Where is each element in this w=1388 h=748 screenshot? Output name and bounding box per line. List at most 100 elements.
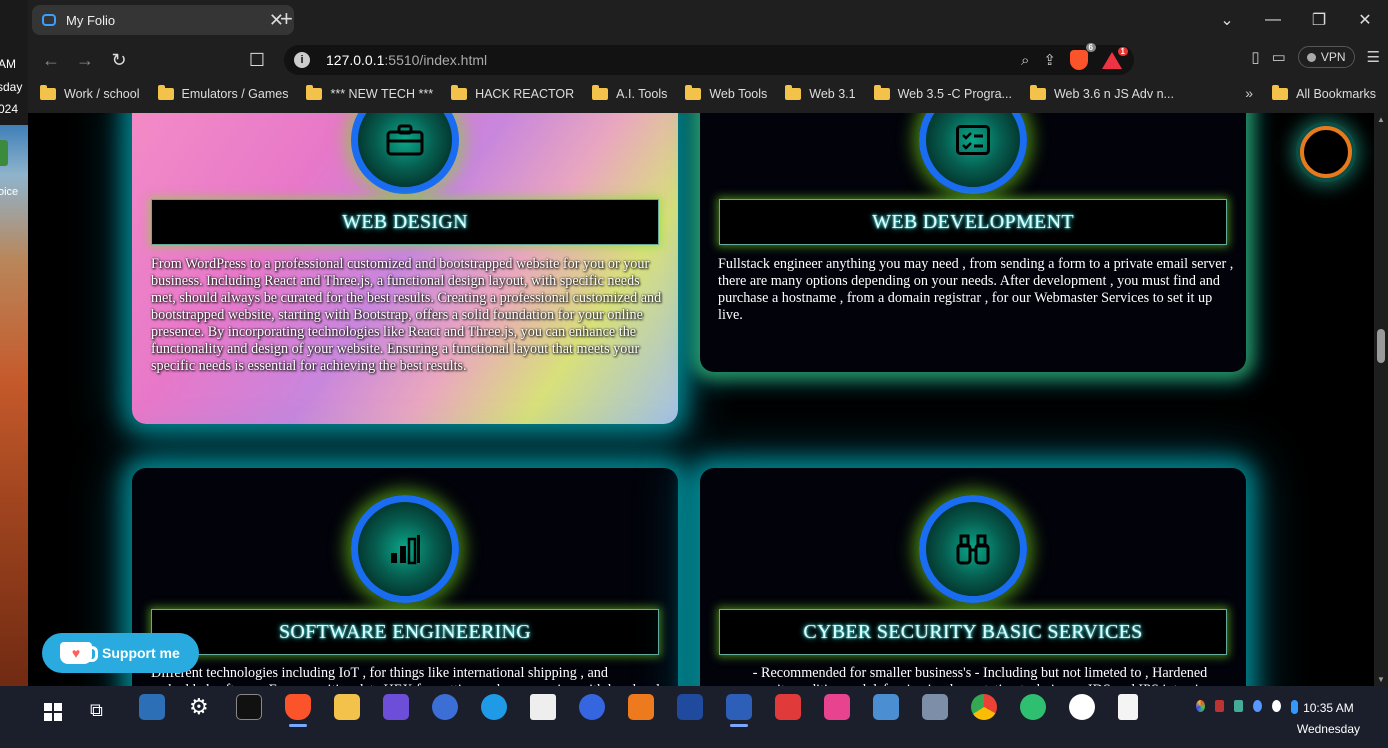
tray-vpn-icon[interactable] xyxy=(1233,700,1243,712)
email-app-icon[interactable] xyxy=(383,694,409,720)
bookmark-folder[interactable]: Web 3.1 xyxy=(785,85,856,101)
bookmark-folder[interactable]: Work / school xyxy=(40,85,140,101)
scrollbar-thumb[interactable] xyxy=(1377,329,1385,363)
desktop-app-icon[interactable] xyxy=(0,140,8,166)
active-app-indicator xyxy=(289,724,307,727)
site-info-icon[interactable]: i xyxy=(294,52,310,68)
brave-shields-icon[interactable]: 6 xyxy=(1070,43,1096,70)
task-view-icon[interactable]: ⧉ xyxy=(90,700,103,721)
bookmark-folder-label: HACK REACTOR xyxy=(475,87,575,101)
tab-search-chevron-icon[interactable]: ⌄ xyxy=(1204,0,1250,40)
card-body: - Recommended for smaller business's - I… xyxy=(747,665,1213,686)
sync-app-icon[interactable] xyxy=(1020,694,1046,720)
share-icon[interactable]: ⇪ xyxy=(1043,51,1056,69)
browser-window: My Folio ✕ + ⌄ — ❐ ✕ ← → ↻ ☐ i 127.0.0.1… xyxy=(28,0,1388,686)
bookmark-folder-label: A.I. Tools xyxy=(616,87,668,101)
settings-gear-icon[interactable]: ⚙ xyxy=(189,694,209,720)
notepad-icon[interactable] xyxy=(1118,694,1138,720)
url-host: 127.0.0.1 xyxy=(326,52,385,68)
bookmark-folder[interactable]: *** NEW TECH *** xyxy=(306,85,434,101)
bookmark-folder-label: Work / school xyxy=(64,87,140,101)
forward-icon[interactable]: → xyxy=(68,43,102,77)
new-tab-plus-icon[interactable]: + xyxy=(280,6,293,32)
bookmark-folder[interactable]: Web Tools xyxy=(685,85,768,101)
wallet-icon[interactable]: ▭ xyxy=(1272,48,1286,66)
powershell-icon[interactable] xyxy=(677,694,703,720)
bookmark-folder-label: Web Tools xyxy=(709,87,768,101)
bookmark-folder[interactable]: Web 3.6 n JS Adv n... xyxy=(1029,85,1174,101)
rewards-count-badge: 1 xyxy=(1117,46,1128,56)
vpn-button[interactable]: VPN xyxy=(1297,46,1355,68)
card-body: Different technologies including IoT , f… xyxy=(151,665,660,686)
android-studio-icon[interactable] xyxy=(1069,694,1095,720)
xampp-icon[interactable] xyxy=(628,694,654,720)
folder-icon xyxy=(785,85,802,100)
tray-blue-icon[interactable] xyxy=(1252,700,1262,712)
virtualbox-icon[interactable] xyxy=(873,694,899,720)
bookmark-page-icon[interactable]: ☐ xyxy=(240,43,274,77)
git-client-icon[interactable] xyxy=(775,694,801,720)
folder-icon xyxy=(873,85,890,100)
zoom-icon[interactable]: ⌕ xyxy=(1021,52,1029,69)
checklist-icon xyxy=(956,125,990,155)
browser-app-icon[interactable] xyxy=(432,694,458,720)
binoculars-icon xyxy=(956,534,990,565)
card-body: From WordPress to a professional customi… xyxy=(151,256,662,374)
kofi-cup-icon: ♥ xyxy=(60,642,98,664)
brave-rewards-icon[interactable]: 1 xyxy=(1102,46,1128,69)
close-window-icon[interactable]: ✕ xyxy=(1342,0,1388,40)
desktop-day-fragment: sday xyxy=(0,80,23,94)
folder-icon xyxy=(306,85,323,100)
address-bar-actions: ⌕ ⇪ 6 1 xyxy=(1021,43,1128,70)
url-path: :5510/index.html xyxy=(384,52,488,68)
navigation-app-icon[interactable] xyxy=(481,694,507,720)
floating-orb-button[interactable] xyxy=(1300,126,1352,178)
menu-icon[interactable]: ☰ xyxy=(1367,48,1380,66)
taskbar-app-icon[interactable] xyxy=(139,694,165,720)
scroll-down-icon[interactable]: ▼ xyxy=(1377,675,1385,684)
bookmark-folder[interactable]: Emulators / Games xyxy=(157,85,288,101)
sidebar-toggle-icon[interactable]: ▯ xyxy=(1251,48,1259,66)
document-icon[interactable] xyxy=(530,694,556,720)
tray-red-icon[interactable] xyxy=(1214,700,1224,712)
tray-color-icon[interactable] xyxy=(1196,700,1205,712)
bookmark-folder-label: *** NEW TECH *** xyxy=(330,87,434,101)
bookmark-folder-label: Web 3.6 n JS Adv n... xyxy=(1053,87,1174,101)
chrome-icon[interactable] xyxy=(971,694,997,720)
card-title: WEB DESIGN xyxy=(151,199,659,245)
vpn-label: VPN xyxy=(1320,50,1346,64)
terminal-icon[interactable] xyxy=(236,694,262,720)
reload-icon[interactable]: ↻ xyxy=(102,43,136,77)
card-title: SOFTWARE ENGINEERING xyxy=(151,609,659,655)
chat-app-icon[interactable] xyxy=(824,694,850,720)
address-bar[interactable]: i 127.0.0.1:5510/index.html ⌕ ⇪ 6 1 xyxy=(284,43,1134,75)
back-icon[interactable]: ← xyxy=(34,43,68,77)
page-viewport: WEB DESIGN From WordPress to a professio… xyxy=(28,113,1374,686)
bookmark-folder[interactable]: Web 3.5 -C Progra... xyxy=(873,85,1012,101)
vscode-icon[interactable] xyxy=(726,694,752,720)
bookmark-folder[interactable]: HACK REACTOR xyxy=(451,85,575,101)
bookmarks-overflow-icon[interactable]: » xyxy=(1245,85,1253,101)
bookmark-folder-label: Web 3.5 -C Progra... xyxy=(897,87,1012,101)
all-bookmarks-folder[interactable]: All Bookmarks xyxy=(1272,85,1376,101)
brave-browser-icon[interactable] xyxy=(285,694,311,720)
windows-start-icon[interactable] xyxy=(44,703,62,721)
scroll-up-icon[interactable]: ▲ xyxy=(1377,115,1385,124)
tab-my-folio[interactable]: My Folio ✕ xyxy=(32,5,294,35)
minimize-icon[interactable]: — xyxy=(1250,0,1296,40)
restore-icon[interactable]: ❐ xyxy=(1296,0,1342,40)
folder-icon xyxy=(685,85,702,100)
network-app-icon[interactable] xyxy=(922,694,948,720)
file-explorer-icon[interactable] xyxy=(334,694,360,720)
bookmark-folder[interactable]: A.I. Tools xyxy=(592,85,668,101)
tray-white-icon[interactable] xyxy=(1271,700,1281,712)
cyber-security-icon-ring xyxy=(919,495,1027,603)
support-me-button[interactable]: ♥ Support me xyxy=(42,633,199,673)
folder-icon xyxy=(592,85,609,100)
folder-icon xyxy=(40,85,56,100)
messaging-app-icon[interactable] xyxy=(579,694,605,720)
desktop-background-strip: AM sday 024 oice xyxy=(0,0,28,690)
support-me-label: Support me xyxy=(102,645,180,661)
taskbar-clock[interactable]: 10:35 AM Wednesday xyxy=(1297,698,1360,740)
page-scrollbar[interactable]: ▲ ▼ xyxy=(1374,113,1388,686)
